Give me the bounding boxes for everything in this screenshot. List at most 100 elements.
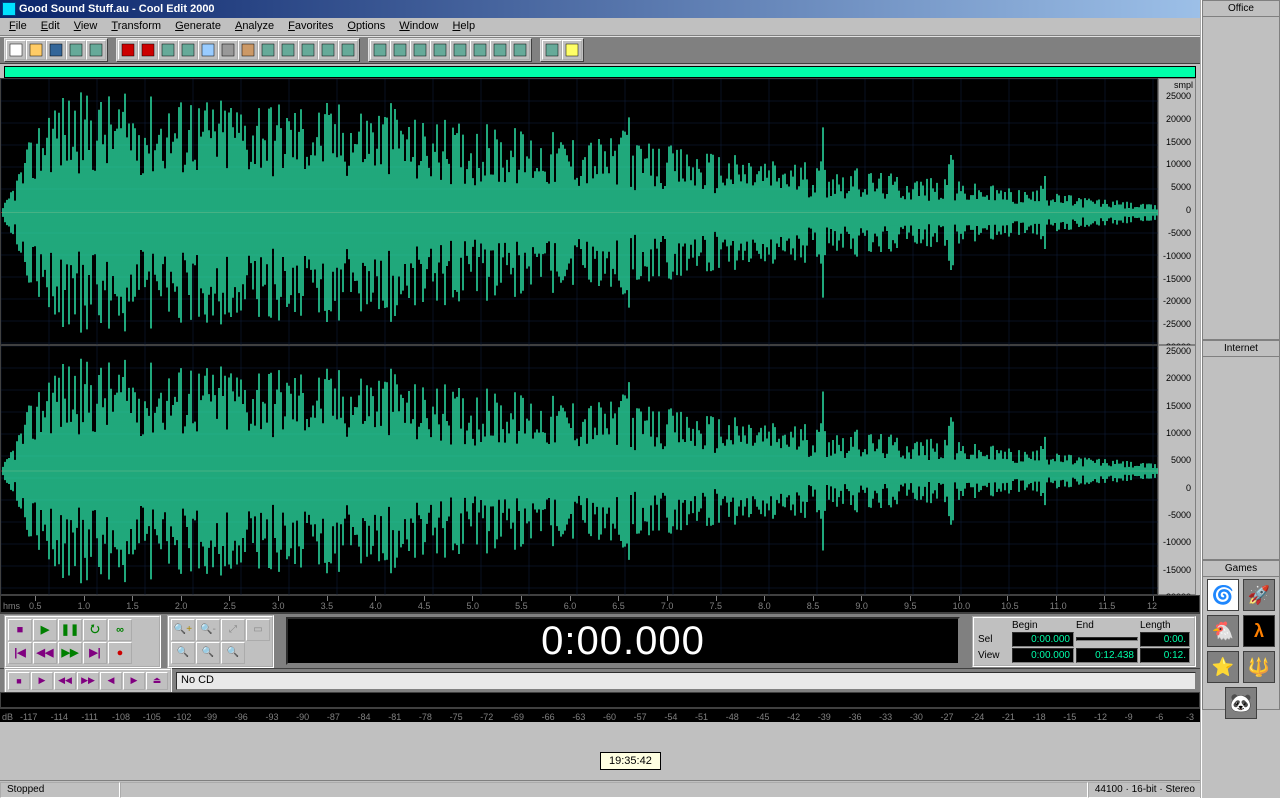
amp-tick: -25000 <box>1163 319 1193 329</box>
envelope-button[interactable] <box>318 40 338 60</box>
zoom-sel-button[interactable]: ▭ <box>246 619 270 641</box>
batch-button[interactable] <box>86 40 106 60</box>
record-button[interactable]: ● <box>108 642 132 664</box>
view-b-button[interactable] <box>430 40 450 60</box>
zoom-left-button[interactable]: 🔍 <box>196 642 220 664</box>
menu-generate[interactable]: Generate <box>168 18 228 35</box>
game-launcher-0[interactable]: 🌀 <box>1207 579 1239 611</box>
zoom-out-button[interactable]: 🔍- <box>196 619 220 641</box>
redo-button[interactable] <box>138 40 158 60</box>
cd-stop-button[interactable]: ■ <box>8 672 30 690</box>
col-end: End <box>1076 620 1138 631</box>
cd-eject-button[interactable]: ⏏ <box>146 672 168 690</box>
db-tick: -99 <box>204 712 217 722</box>
menu-view[interactable]: View <box>67 18 105 35</box>
db-tick: -72 <box>480 712 493 722</box>
time-tick: 1.0 <box>78 601 91 611</box>
cut-button[interactable] <box>218 40 238 60</box>
cd-play-button[interactable]: ▶ <box>31 672 53 690</box>
settings-button[interactable] <box>510 40 530 60</box>
game-launcher-1[interactable]: 🚀 <box>1243 579 1275 611</box>
trim-button[interactable] <box>278 40 298 60</box>
spectral-button[interactable] <box>370 40 390 60</box>
amp-tick: 10000 <box>1166 428 1193 438</box>
stop-button[interactable]: ■ <box>8 619 32 641</box>
menu-analyze[interactable]: Analyze <box>228 18 281 35</box>
paste-button[interactable] <box>238 40 258 60</box>
repeat-button[interactable] <box>158 40 178 60</box>
undo-button[interactable] <box>118 40 138 60</box>
menu-favorites[interactable]: Favorites <box>281 18 340 35</box>
zoom-full-button[interactable]: ⤢ <box>221 619 245 641</box>
play-loop-button[interactable]: ⭮ <box>83 619 107 641</box>
overview-strip[interactable] <box>4 66 1196 78</box>
level-meter <box>0 692 1200 708</box>
copy-button[interactable] <box>198 40 218 60</box>
forward-button[interactable]: ▶▶ <box>58 642 82 664</box>
go-end-button[interactable]: ▶| <box>83 642 107 664</box>
side-launcher[interactable]: OfficeInternetGames🌀🚀🐔λ⭐🔱🐼 <box>1200 0 1280 798</box>
menu-transform[interactable]: Transform <box>104 18 168 35</box>
menu-edit[interactable]: Edit <box>34 18 67 35</box>
cd-prev-button[interactable]: ◀◀ <box>54 672 76 690</box>
mix-paste-button[interactable] <box>258 40 278 60</box>
silence-button[interactable] <box>298 40 318 60</box>
menu-window[interactable]: Window <box>392 18 445 35</box>
sel-begin: 0:00.000 <box>1012 632 1074 647</box>
new-button[interactable] <box>6 40 26 60</box>
amp-tick: 0 <box>1186 205 1193 215</box>
db-tick: -81 <box>388 712 401 722</box>
pause-button[interactable]: ❚❚ <box>58 619 82 641</box>
time-ruler[interactable]: hms0.51.01.52.02.53.03.54.04.55.05.56.06… <box>0 595 1200 613</box>
sel-length: 0:00. <box>1140 632 1190 647</box>
view-d-button[interactable] <box>470 40 490 60</box>
db-scale: dB-117-114-111-108-105-102-99-96-93-90-8… <box>0 708 1200 722</box>
amp-tick: 0 <box>1186 483 1193 493</box>
game-launcher-4[interactable]: ⭐ <box>1207 651 1239 683</box>
amp-tick: 15000 <box>1166 401 1193 411</box>
cue-list-button[interactable] <box>178 40 198 60</box>
zoom-in-sel-button[interactable]: 🔍 <box>171 642 195 664</box>
waveform-left-channel[interactable] <box>0 78 1158 345</box>
loop-button[interactable]: ∞ <box>108 619 132 641</box>
waveform-right-channel[interactable] <box>0 345 1158 595</box>
selection-info: BeginEndLengthSel0:00.0000:00.View0:00.0… <box>972 616 1196 667</box>
cd-button[interactable] <box>490 40 510 60</box>
go-start-button[interactable]: |◀ <box>8 642 32 664</box>
open-button[interactable] <box>26 40 46 60</box>
time-tick: 11.5 <box>1098 601 1115 611</box>
game-launcher-2[interactable]: 🐔 <box>1207 615 1239 647</box>
amp-tick: 20000 <box>1166 373 1193 383</box>
amplitude-scale-left: smpl2500020000150001000050000-5000-10000… <box>1158 78 1196 345</box>
menu-bar[interactable]: FileEditViewTransformGenerateAnalyzeFavo… <box>0 18 1200 36</box>
sel-end <box>1076 637 1138 641</box>
ruler-button[interactable] <box>390 40 410 60</box>
cd-ff-button[interactable]: ▶ <box>123 672 145 690</box>
view-c-button[interactable] <box>450 40 470 60</box>
zoom-in-button[interactable]: 🔍+ <box>171 619 195 641</box>
time-tick: 1.5 <box>126 601 139 611</box>
game-launcher-3[interactable]: λ <box>1243 615 1275 647</box>
cd-rew-button[interactable]: ◀ <box>100 672 122 690</box>
rewind-button[interactable]: ◀◀ <box>33 642 57 664</box>
db-tick: -15 <box>1063 712 1076 722</box>
save-sel-button[interactable] <box>66 40 86 60</box>
script-button[interactable] <box>338 40 358 60</box>
game-launcher-5[interactable]: 🔱 <box>1243 651 1275 683</box>
menu-help[interactable]: Help <box>445 18 482 35</box>
play-button[interactable]: ▶ <box>33 619 57 641</box>
time-tick: 12 <box>1147 601 1157 611</box>
menu-options[interactable]: Options <box>340 18 392 35</box>
save-button[interactable] <box>46 40 66 60</box>
game-launcher-6[interactable]: 🐼 <box>1225 687 1257 719</box>
view-a-button[interactable] <box>410 40 430 60</box>
cd-next-button[interactable]: ▶▶ <box>77 672 99 690</box>
cd-buttons: ■▶◀◀▶▶◀▶⏏ <box>4 668 172 694</box>
help-button[interactable] <box>562 40 582 60</box>
time-unit-label: hms <box>3 601 20 611</box>
zoom-right-button[interactable]: 🔍 <box>221 642 245 664</box>
rec-device-button[interactable] <box>542 40 562 60</box>
menu-file[interactable]: File <box>2 18 34 35</box>
side-section-games: Games🌀🚀🐔λ⭐🔱🐼 <box>1202 560 1280 710</box>
db-tick: -69 <box>511 712 524 722</box>
